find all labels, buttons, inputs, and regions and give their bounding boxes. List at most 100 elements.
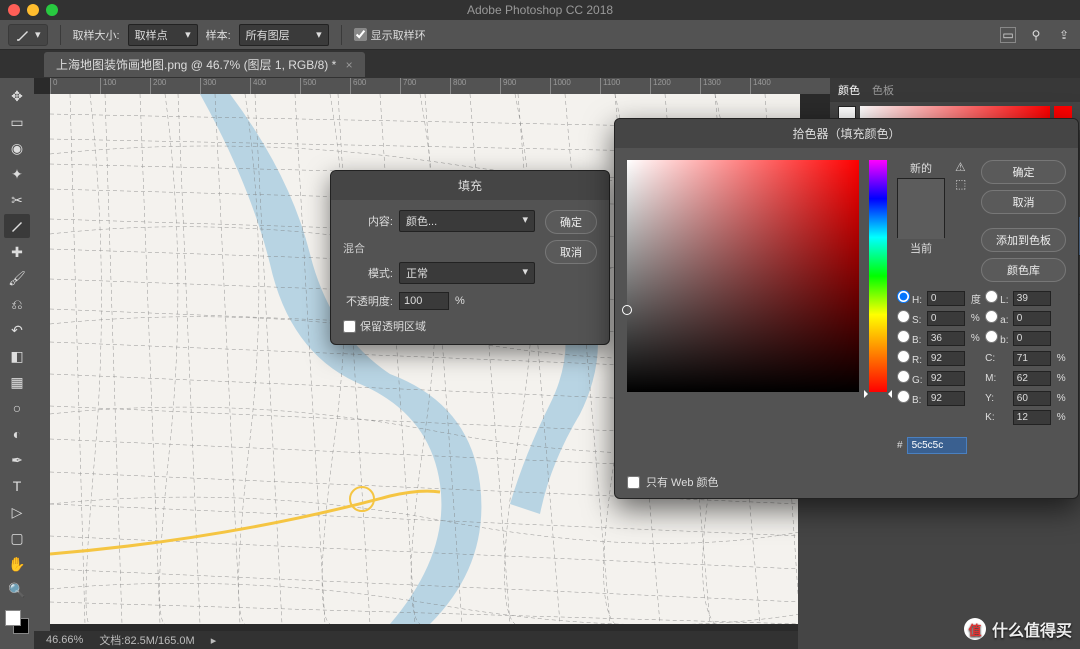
blur-tool[interactable]: ○ (4, 396, 30, 420)
show-sample-ring-checkbox[interactable]: 显示取样环 (354, 27, 426, 43)
web-colors-only-checkbox[interactable]: 只有 Web 颜色 (615, 466, 1078, 498)
chevron-down-icon: ▾ (185, 28, 191, 41)
options-bar: ▾ 取样大小: 取样点▾ 样本: 所有图层▾ 显示取样环 ▭ ⚲ ⇪ (0, 20, 1080, 50)
lab-b-radio[interactable]: b: (985, 330, 1009, 346)
chevron-down-icon: ▾ (522, 265, 528, 281)
sample-size-select[interactable]: 取样点▾ (128, 24, 198, 46)
color-ok-button[interactable]: 确定 (981, 160, 1066, 184)
g-radio[interactable]: G: (897, 370, 923, 386)
fill-cancel-button[interactable]: 取消 (545, 240, 597, 264)
sample-label: 样本: (206, 27, 231, 43)
fill-mode-select[interactable]: 正常▾ (399, 262, 535, 284)
eraser-tool[interactable]: ◧ (4, 344, 30, 368)
status-bar: 46.66% 文档:82.5M/165.0M ▸ (34, 631, 830, 649)
new-color-swatch (898, 179, 944, 209)
zoom-tool[interactable]: 🔍 (4, 578, 30, 602)
ruler-vertical[interactable] (34, 94, 50, 649)
history-brush-tool[interactable]: ↶ (4, 318, 30, 342)
document-info[interactable]: 文档:82.5M/165.0M (99, 632, 194, 648)
fill-content-select[interactable]: 颜色...▾ (399, 210, 535, 232)
dodge-tool[interactable]: ◐ (4, 422, 30, 446)
r-input[interactable] (927, 351, 965, 366)
minimize-window-icon[interactable] (27, 4, 39, 16)
h-radio[interactable]: H: (897, 290, 923, 306)
rectangle-tool[interactable]: ▢ (4, 526, 30, 550)
color-libraries-button[interactable]: 颜色库 (981, 258, 1066, 282)
m-input[interactable] (1013, 371, 1051, 386)
brush-tool[interactable]: 🖌 (4, 266, 30, 290)
fill-dialog: 填充 内容: 颜色...▾ 混合 模式: 正常▾ 不透明度: % 保留透明区域 (330, 170, 610, 345)
color-field[interactable] (627, 160, 859, 392)
gradient-tool[interactable]: ▦ (4, 370, 30, 394)
foreground-background-colors[interactable] (5, 610, 29, 634)
tab-swatches[interactable]: 色板 (872, 78, 894, 102)
fill-ok-button[interactable]: 确定 (545, 210, 597, 234)
blue-radio[interactable]: B: (897, 390, 923, 406)
sample-select[interactable]: 所有图层▾ (239, 24, 329, 46)
hue-slider[interactable] (869, 160, 887, 392)
c-input[interactable] (1013, 351, 1051, 366)
h-input[interactable] (927, 291, 965, 306)
lasso-tool[interactable]: ◉ (4, 136, 30, 160)
g-input[interactable] (927, 371, 965, 386)
search-icon[interactable]: ⚲ (1028, 27, 1044, 43)
chevron-down-icon: ▾ (316, 28, 322, 41)
path-selection-tool[interactable]: ▷ (4, 500, 30, 524)
lab-b-input[interactable] (1013, 331, 1051, 346)
add-to-swatches-button[interactable]: 添加到色板 (981, 228, 1066, 252)
hand-tool[interactable]: ✋ (4, 552, 30, 576)
magic-wand-tool[interactable]: ✦ (4, 162, 30, 186)
color-field-cursor[interactable] (622, 305, 632, 315)
dialog-title: 拾色器（填充颜色） (615, 119, 1078, 148)
gamut-warning-icon[interactable]: ⚠ (955, 160, 966, 174)
watermark-logo-icon: 值 (964, 618, 986, 640)
hue-slider-thumb[interactable] (864, 390, 892, 394)
preserve-transparency-checkbox[interactable]: 保留透明区域 (343, 318, 535, 334)
r-radio[interactable]: R: (897, 350, 923, 366)
close-window-icon[interactable] (8, 4, 20, 16)
chevron-down-icon: ▾ (35, 28, 41, 41)
ruler-horizontal[interactable]: 0100200300400500600700800900100011001200… (50, 78, 830, 94)
workspace-icon[interactable]: ▭ (1000, 27, 1016, 43)
hex-input[interactable] (907, 437, 967, 454)
crop-tool[interactable]: ✂ (4, 188, 30, 212)
marquee-tool[interactable]: ▭ (4, 110, 30, 134)
maximize-window-icon[interactable] (46, 4, 58, 16)
fill-opacity-input[interactable] (399, 292, 449, 310)
close-tab-icon[interactable]: × (346, 58, 353, 72)
l-radio[interactable]: L: (985, 290, 1009, 306)
brightness-input[interactable] (927, 331, 965, 346)
s-input[interactable] (927, 311, 965, 326)
blue-input[interactable] (927, 391, 965, 406)
k-input[interactable] (1013, 410, 1051, 425)
sample-size-label: 取样大小: (73, 27, 120, 43)
hex-label: # (897, 440, 903, 451)
tab-color[interactable]: 颜色 (838, 78, 860, 102)
a-input[interactable] (1013, 311, 1051, 326)
l-input[interactable] (1013, 291, 1051, 306)
cube-icon[interactable]: ⬚ (955, 177, 966, 191)
chevron-right-icon[interactable]: ▸ (211, 634, 217, 647)
pen-tool[interactable]: ✒ (4, 448, 30, 472)
y-input[interactable] (1013, 391, 1051, 406)
share-icon[interactable]: ⇪ (1056, 27, 1072, 43)
eyedropper-tool[interactable] (4, 214, 30, 238)
tool-preset-dropdown[interactable]: ▾ (8, 24, 48, 46)
toolbox: ✥ ▭ ◉ ✦ ✂ ✚ 🖌 ⎌ ↶ ◧ ▦ ○ ◐ ✒ T ▷ ▢ ✋ 🔍 (0, 78, 34, 649)
document-tab[interactable]: 上海地图装饰画地图.png @ 46.7% (图层 1, RGB/8) * × (44, 52, 365, 77)
color-cancel-button[interactable]: 取消 (981, 190, 1066, 214)
a-radio[interactable]: a: (985, 310, 1009, 326)
current-color-swatch (898, 209, 944, 239)
app-title: Adobe Photoshop CC 2018 (467, 3, 613, 17)
foreground-color[interactable] (5, 610, 21, 626)
watermark: 值 什么值得买 (964, 617, 1072, 641)
s-radio[interactable]: S: (897, 310, 923, 326)
titlebar: Adobe Photoshop CC 2018 (0, 0, 1080, 20)
clone-stamp-tool[interactable]: ⎌ (4, 292, 30, 316)
move-tool[interactable]: ✥ (4, 84, 30, 108)
y-label: Y: (985, 393, 1009, 404)
b-radio[interactable]: B: (897, 330, 923, 346)
type-tool[interactable]: T (4, 474, 30, 498)
healing-brush-tool[interactable]: ✚ (4, 240, 30, 264)
zoom-level[interactable]: 46.66% (46, 634, 83, 646)
